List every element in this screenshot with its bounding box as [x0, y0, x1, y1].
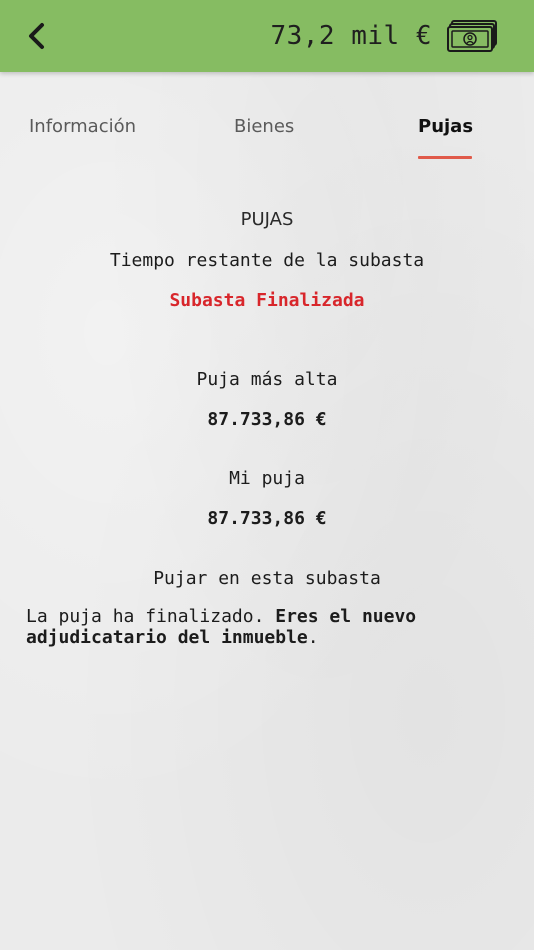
remaining-time-label: Tiempo restante de la subasta — [109, 250, 425, 271]
tab-bar: Información Bienes Pujas — [0, 110, 534, 164]
tab-pujas[interactable]: Pujas — [418, 110, 473, 160]
section-title: PUJAS — [240, 209, 294, 230]
chevron-left-icon — [29, 23, 44, 49]
bid-on-auction-label: Pujar en esta subasta — [153, 568, 381, 589]
highest-bid-value: 87.733,86 € — [207, 409, 327, 430]
active-tab-indicator — [418, 156, 472, 159]
tab-bienes[interactable]: Bienes — [234, 110, 294, 160]
my-bid-label: Mi puja — [229, 468, 305, 489]
back-button[interactable] — [18, 16, 58, 56]
top-bar: 73,2 mil € — [0, 0, 534, 72]
balance-amount: 73,2 mil € — [270, 21, 432, 51]
highest-bid-label: Puja más alta — [196, 369, 338, 390]
result-text-end: . — [307, 627, 319, 648]
result-text: La puja ha finalizado. — [26, 606, 276, 627]
auction-result-message: La puja ha finalizado. Eres el nuevo adj… — [26, 606, 516, 648]
banknotes-icon[interactable] — [446, 19, 498, 53]
tab-informacion[interactable]: Información — [29, 110, 136, 160]
auction-status: Subasta Finalizada — [169, 290, 365, 311]
my-bid-value: 87.733,86 € — [207, 508, 327, 529]
